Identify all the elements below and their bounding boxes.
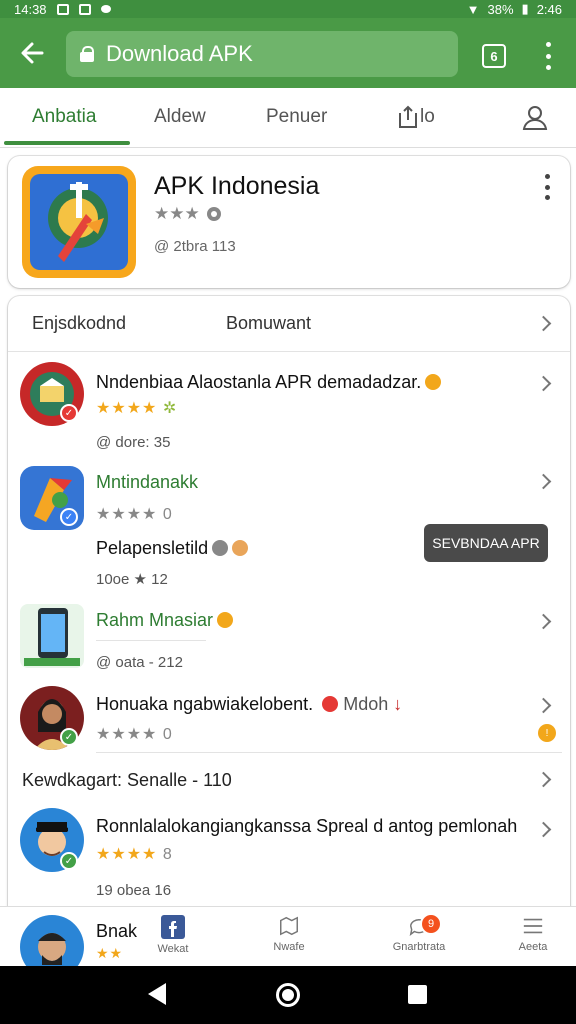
- back-arrow-icon[interactable]: [0, 18, 64, 88]
- item-title: Honuaka ngabwiakelobent. Mdoh ↓: [96, 694, 403, 714]
- item-title: Mntindanakk: [96, 472, 199, 492]
- rating-stars: ★★★★ 0: [96, 506, 172, 523]
- divider: [96, 752, 562, 753]
- menu-icon: [523, 918, 543, 934]
- upload-icon: [399, 105, 417, 128]
- system-back-icon[interactable]: [148, 983, 166, 1005]
- chevron-right-icon: [535, 613, 552, 630]
- rating-stars: ★★★★ 0: [96, 726, 172, 743]
- url-bar[interactable]: Download APK: [66, 31, 458, 77]
- heart-icon: [322, 696, 339, 712]
- list-item[interactable]: ✓ Honuaka ngabwiakelobent. Mdoh ↓ ★★★★ 0…: [0, 684, 562, 752]
- section-title: Enjsdkodnd: [32, 313, 127, 333]
- nav-gnarbtrata[interactable]: Gnarbtrata 9: [364, 913, 474, 965]
- emoji-icon: [232, 540, 249, 556]
- battery-icon: ▮: [521, 1, 529, 16]
- verified-badge: ✓: [60, 508, 78, 526]
- status-time-right: 2:46: [536, 1, 562, 17]
- chat-icon: [100, 5, 111, 13]
- notification-badge: 9: [420, 913, 442, 935]
- category-tabs: Anbatia Aldew Penuer lo: [0, 88, 576, 148]
- item-meta: 19 obea 16: [96, 882, 172, 899]
- system-navigation-bar: [0, 966, 576, 1024]
- list-item[interactable]: ✓ Nndenbiaa Alaostanla APR demadadzar. ★…: [0, 360, 562, 460]
- info-icon: [212, 540, 229, 556]
- lock-icon: [80, 46, 94, 62]
- tab-count: 6: [490, 48, 498, 64]
- verified-badge: ✓: [60, 404, 78, 422]
- chevron-right-icon: [535, 375, 552, 392]
- phone-app-icon: [20, 604, 84, 668]
- status-bar: 14:38 ▼ 38% ▮ 2:46: [0, 0, 576, 18]
- wifi-icon: ▼: [466, 1, 480, 17]
- group-title: Kewdkagart: Senalle - 110: [22, 770, 232, 790]
- url-text: Download APK: [106, 41, 253, 66]
- app-logo-icon: [22, 166, 136, 278]
- status-time-left: 14:38: [14, 1, 47, 17]
- system-recents-icon[interactable]: [408, 985, 427, 1004]
- app-screen: 14:38 ▼ 38% ▮ 2:46 Download APK 6 Anbati…: [0, 0, 576, 1024]
- section-subtitle: Bomuwant: [226, 313, 312, 333]
- download-apk-button[interactable]: SEVBNDAA APR: [424, 524, 548, 562]
- list-group-header[interactable]: Kewdkagart: Senalle - 110: [0, 756, 562, 802]
- map-icon: [280, 916, 298, 936]
- alert-badge: !: [538, 724, 556, 742]
- item-title: Ronnlalalokangiangkanssa Spreal d antog …: [96, 816, 518, 836]
- tab-label: lo: [420, 106, 435, 127]
- rating-stars: ★★★★ ✲: [96, 400, 178, 417]
- tab-label: Aldew: [154, 106, 206, 127]
- active-tab-indicator: [4, 141, 130, 145]
- more-options-icon[interactable]: [540, 174, 554, 200]
- info-icon: [206, 207, 221, 221]
- tab-lo[interactable]: lo: [398, 88, 435, 146]
- item-meta: @ dore: 35: [96, 434, 171, 451]
- notification-icon: [56, 3, 69, 15]
- nav-aeeta[interactable]: Aeeta: [478, 913, 576, 965]
- tab-anbatia[interactable]: Anbatia: [32, 88, 96, 146]
- nav-label: Wekat: [157, 943, 189, 955]
- tab-label: Penuer: [266, 106, 328, 127]
- chevron-right-icon: [535, 697, 552, 714]
- facebook-icon: [161, 915, 185, 939]
- chevron-right-icon: [535, 771, 552, 788]
- app-title: APK Indonesia: [154, 172, 320, 200]
- item-meta: 10oe ★ 12: [96, 571, 168, 588]
- overflow-menu-icon[interactable]: [538, 42, 558, 70]
- bottom-navigation: Bnak ★★ Wekat Nwafe Gnarbtrata 9 Aeeta: [0, 906, 576, 979]
- tab-label: Anbatia: [32, 106, 97, 127]
- list-item[interactable]: ✓ Ronnlalalokangiangkanssa Spreal d anto…: [0, 804, 562, 904]
- chevron-right-icon: [535, 473, 552, 490]
- nav-label: Aeeta: [518, 941, 548, 953]
- chevron-right-icon: [535, 821, 552, 838]
- tab-switcher-button[interactable]: 6: [482, 44, 506, 68]
- verified-badge: ✓: [60, 852, 78, 870]
- rating-stars: ★★★: [154, 204, 200, 223]
- list-item[interactable]: Rahm Mnasiar @ oata - 212: [0, 600, 562, 682]
- item-subtitle: Pelapensletild: [96, 538, 249, 559]
- chevron-right-icon: [535, 315, 552, 332]
- system-home-icon[interactable]: [276, 983, 300, 1007]
- nav-nwafe[interactable]: Nwafe: [234, 913, 344, 965]
- item-meta: @ oata - 212: [96, 654, 183, 671]
- battery-level: 38%: [487, 1, 514, 17]
- emoji-icon: [425, 374, 442, 390]
- tab-penuer[interactable]: Penuer: [266, 88, 327, 146]
- rating-stars: ★★★★ 8: [96, 846, 172, 863]
- profile-icon[interactable]: [522, 88, 548, 146]
- emoji-icon: [217, 612, 234, 628]
- divider: [96, 640, 206, 641]
- app-header-card[interactable]: APK Indonesia ★★★ @ 2tbra 113: [8, 156, 570, 288]
- app-meta: @ 2tbra 113: [154, 238, 236, 255]
- tab-aldew[interactable]: Aldew: [154, 88, 206, 146]
- nav-wekat[interactable]: Wekat: [118, 913, 228, 965]
- browser-toolbar: Download APK 6: [0, 18, 576, 88]
- section-header[interactable]: Enjsdkodnd Bomuwant: [8, 296, 570, 352]
- item-title: Nndenbiaa Alaostanla APR demadadzar.: [96, 372, 442, 393]
- nav-label: Nwafe: [273, 941, 305, 953]
- notification-icon-2: [78, 3, 91, 15]
- item-title: Rahm Mnasiar: [96, 610, 234, 631]
- app-rating: ★★★: [154, 204, 222, 224]
- verified-badge: ✓: [60, 728, 78, 746]
- nav-label: Gnarbtrata: [392, 941, 446, 953]
